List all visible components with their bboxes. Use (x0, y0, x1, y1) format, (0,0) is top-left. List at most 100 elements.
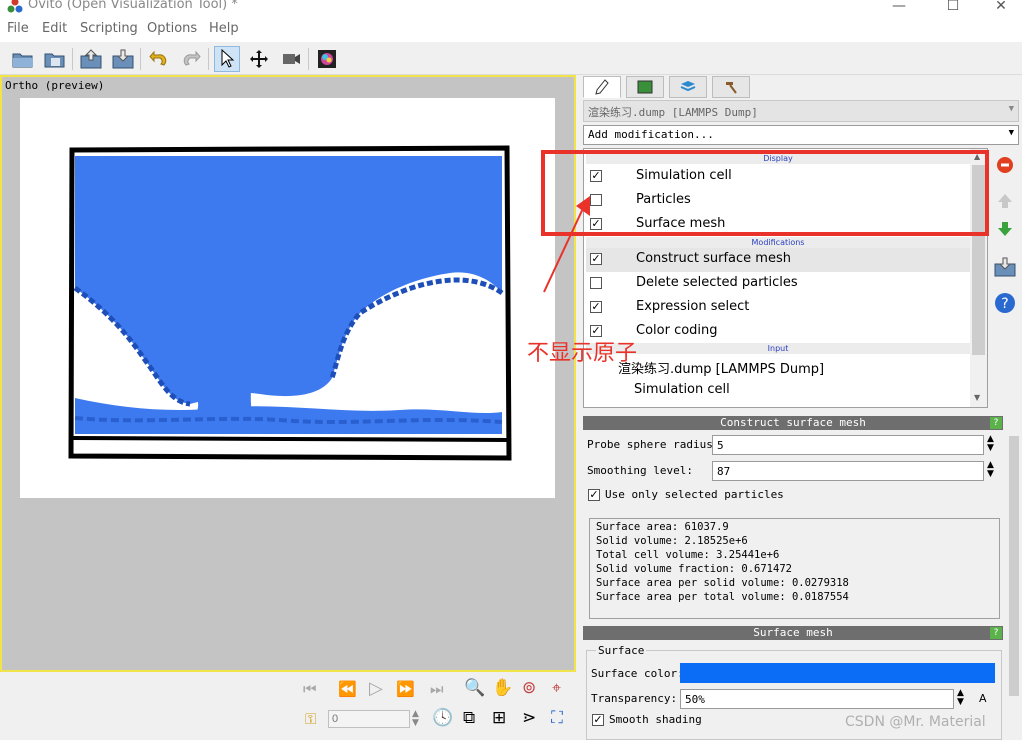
checkbox-expression-select[interactable]: ✓ (590, 301, 602, 313)
surface-mesh-render (68, 145, 512, 461)
smoothing-level-label: Smoothing level: (587, 464, 693, 477)
viewport-caption[interactable]: Ortho (preview) (5, 79, 104, 92)
play-icon[interactable]: ▷ (369, 678, 383, 699)
command-panel-tabs (583, 74, 1003, 98)
smooth-shading-label: Smooth shading (609, 713, 702, 726)
render-settings-icon (637, 80, 653, 94)
list-item-color-coding[interactable]: ✓ Color coding (586, 320, 970, 344)
surface-color-picker[interactable] (680, 663, 995, 683)
delete-modifier-icon[interactable] (992, 152, 1018, 178)
save-modifier-preset-icon[interactable] (992, 254, 1018, 280)
list-item-delete-selected-particles[interactable]: Delete selected particles (586, 272, 970, 296)
move-down-icon[interactable] (992, 216, 1018, 242)
title-bar: Ovito (Open Visualization Tool) * — ☐ ✕ (0, 0, 1022, 18)
animation-panel: ⏮ ⏪ ▷ ⏩ ⏭ 🔍 ✋ ⊚ ⌖ ⚿ ▲▼ 🕓 ⧉ ⊞ ⋗ ⛶ (0, 672, 578, 740)
list-item-construct-surface-mesh[interactable]: ✓ Construct surface mesh (586, 248, 970, 272)
result-total-cell-volume: Total cell volume: 3.25441e+6 (596, 549, 780, 561)
transparency-label: Transparency: (591, 692, 678, 705)
fov-icon[interactable] (278, 46, 304, 72)
help-icon[interactable]: ? (992, 290, 1018, 316)
menu-file[interactable]: File (7, 21, 29, 36)
annotation-text: 不显示原子 (527, 341, 638, 366)
zoom-icon[interactable]: 🔍 (464, 678, 485, 698)
minimize-icon[interactable]: — (886, 0, 912, 14)
result-surface-area: Surface area: 61037.9 (596, 521, 729, 533)
undo-icon[interactable] (146, 46, 172, 72)
result-area-per-total-volume: Surface area per total volume: 0.0187554 (596, 591, 849, 603)
transparency-spinner[interactable]: ▲ ▼ (957, 689, 964, 707)
result-solid-volume: Solid volume: 2.18525e+6 (596, 535, 748, 547)
tab-overlays[interactable] (669, 76, 707, 98)
scrollbar-thumb[interactable] (1009, 436, 1019, 696)
menu-help[interactable]: Help (209, 21, 239, 36)
tab-utilities[interactable] (712, 76, 750, 98)
panel-help-icon[interactable]: ? (990, 627, 1002, 639)
list-item-label: 渲染练习.dump [LAMMPS Dump] (618, 362, 825, 377)
first-frame-icon[interactable]: ⏮ (303, 680, 317, 698)
result-area-per-solid-volume: Surface area per solid volume: 0.0279318 (596, 577, 849, 589)
frame-spinner-arrows[interactable]: ▲ ▼ (412, 710, 419, 728)
close-icon[interactable]: ✕ (988, 0, 1014, 14)
list-item-label: Expression select (636, 299, 750, 314)
list-item-label: Color coding (636, 323, 718, 338)
orbit-icon[interactable]: ⊚ (522, 678, 536, 698)
panel-help-icon[interactable]: ? (990, 417, 1002, 429)
probe-radius-input[interactable] (712, 435, 984, 455)
watermark: CSDN @Mr. Material (845, 714, 986, 730)
list-item-label: Simulation cell (634, 382, 730, 397)
probe-radius-spinner[interactable]: ▲ ▼ (987, 435, 994, 453)
last-frame-icon[interactable]: ⏭ (430, 680, 444, 698)
use-selected-checkbox[interactable]: ✓ (588, 489, 600, 501)
section-input: Input (586, 343, 970, 354)
list-item-expression-select[interactable]: ✓ Expression select (586, 296, 970, 320)
annotation-highlight-box (541, 150, 989, 236)
key-icon[interactable]: ⚿ (305, 710, 316, 728)
move-up-icon[interactable] (992, 188, 1018, 214)
prev-frame-icon[interactable]: ⏪ (338, 680, 357, 698)
zoom-scene-extents-icon[interactable]: ⧉ (463, 708, 475, 728)
tab-render[interactable] (626, 76, 664, 98)
transparency-animate-button[interactable]: A (979, 692, 987, 705)
import-icon[interactable] (78, 46, 104, 72)
properties-scrollbar[interactable] (1006, 434, 1022, 740)
maximize-icon[interactable]: ☐ (940, 0, 966, 14)
use-selected-label: Use only selected particles (605, 488, 784, 501)
list-item-input-simulation-cell[interactable]: Simulation cell (586, 379, 970, 403)
smoothing-level-spinner[interactable]: ▲ ▼ (987, 461, 994, 479)
annotation-arrow-icon (543, 196, 590, 293)
render-icon[interactable] (314, 46, 340, 72)
layers-icon (680, 81, 696, 92)
maximize-viewport-icon[interactable]: ⛶ (551, 708, 563, 728)
menu-edit[interactable]: Edit (42, 21, 67, 36)
window-title: Ovito (Open Visualization Tool) * (28, 0, 238, 12)
menu-options[interactable]: Options (147, 21, 197, 36)
move-icon[interactable] (246, 46, 272, 72)
fov-toggle-icon[interactable]: ⋗ (522, 708, 536, 728)
result-solid-volume-fraction: Solid volume fraction: 0.671472 (596, 563, 792, 575)
pan-hand-icon[interactable]: ✋ (492, 678, 513, 698)
pipeline-selector[interactable]: 渲染练习.dump [LAMMPS Dump] ▼ (583, 100, 1019, 122)
zoom-all-viewports-icon[interactable]: ⊞ (492, 708, 506, 728)
panel-title: Construct surface mesh (720, 416, 866, 429)
frame-spinner[interactable] (328, 710, 410, 728)
animation-settings-icon[interactable]: 🕓 (432, 708, 453, 728)
redo-icon[interactable] (178, 46, 204, 72)
transparency-input[interactable] (680, 689, 954, 709)
list-item-input-file[interactable]: 渲染练习.dump [LAMMPS Dump] (586, 355, 970, 379)
svg-text:?: ? (1001, 296, 1008, 312)
scroll-down-icon[interactable]: ▼ (974, 393, 980, 402)
add-modification-dropdown[interactable]: Add modification... ▼ (583, 125, 1019, 145)
hammer-icon (726, 82, 737, 94)
pick-orbit-center-icon[interactable]: ⌖ (552, 678, 561, 698)
export-icon[interactable] (110, 46, 136, 72)
main-toolbar (0, 42, 1022, 75)
tab-modify[interactable] (583, 76, 621, 98)
select-pointer-icon[interactable] (214, 46, 240, 72)
open-file-icon[interactable] (10, 46, 36, 72)
smooth-shading-checkbox[interactable]: ✓ (592, 714, 604, 726)
surface-mesh-header: Surface mesh (583, 626, 1003, 640)
smoothing-level-input[interactable] (712, 461, 984, 481)
next-frame-icon[interactable]: ⏩ (396, 680, 415, 698)
save-icon[interactable] (42, 46, 68, 72)
menu-scripting[interactable]: Scripting (80, 21, 138, 36)
